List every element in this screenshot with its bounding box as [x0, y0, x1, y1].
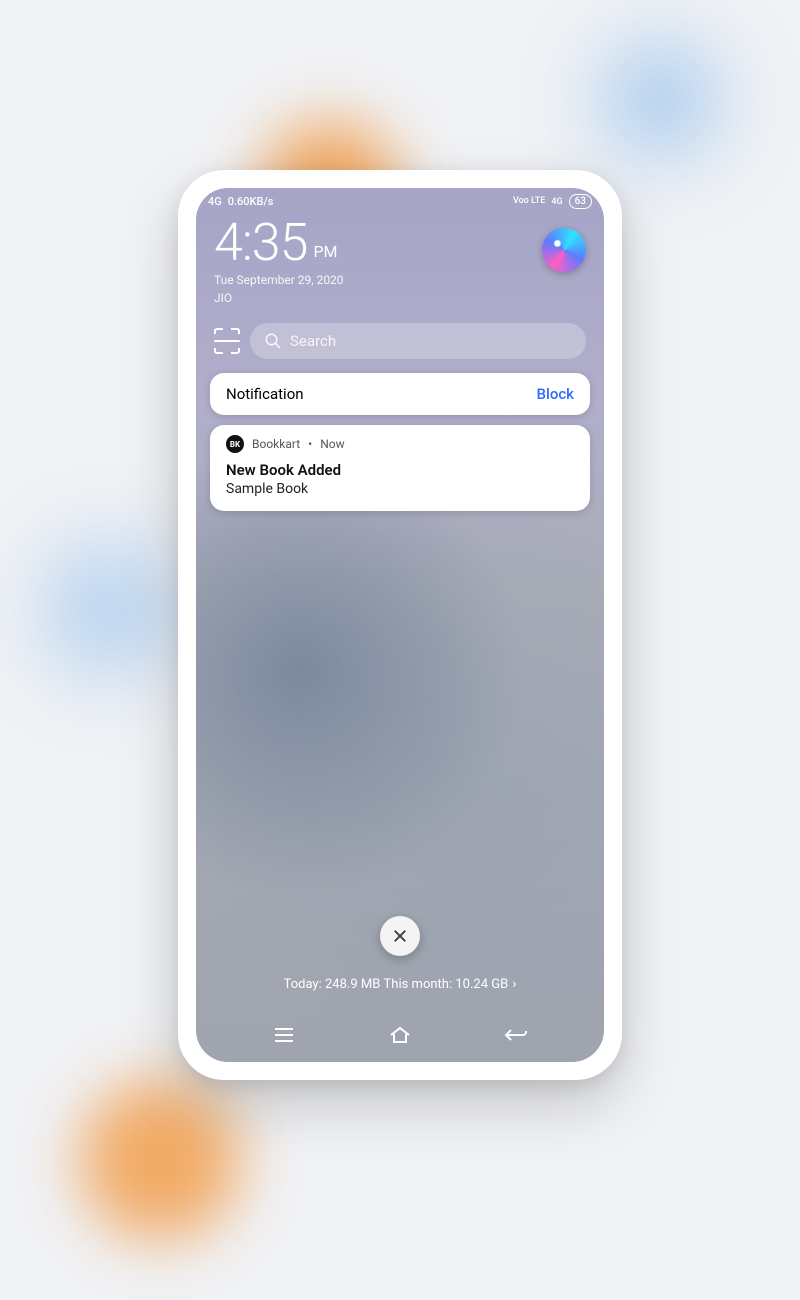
home-button[interactable] — [380, 1022, 420, 1048]
search-icon — [264, 332, 282, 350]
menu-icon — [272, 1026, 296, 1044]
data-usage-today-value: 248.9 MB — [325, 977, 380, 992]
chevron-right-icon: › — [512, 976, 516, 992]
clock-time: 4:35 — [214, 217, 307, 269]
notification-app-icon: BK — [226, 435, 244, 453]
close-icon — [391, 927, 409, 945]
status-left: 4G 0.60KB/s — [208, 195, 273, 208]
data-usage-month-value: 10.24 GB — [455, 977, 508, 992]
clock-ampm: PM — [313, 242, 337, 269]
search-placeholder: Search — [290, 332, 336, 350]
network-type-icon: 4G — [208, 195, 222, 208]
notification-time: Now — [320, 437, 344, 451]
scan-icon[interactable] — [214, 328, 240, 354]
battery-icon: 63 — [569, 194, 592, 209]
carrier-label: JIO — [214, 291, 586, 305]
volte-icon: Voo LTE — [513, 197, 545, 206]
status-bar: 4G 0.60KB/s Voo LTE 4G 63 — [196, 188, 604, 211]
notification-header-card: Notification Block — [210, 373, 590, 415]
phone-screen: 4G 0.60KB/s Voo LTE 4G 63 4:35 PM Tue Se… — [196, 188, 604, 1062]
notification-section-title: Notification — [226, 385, 304, 403]
jovi-assistant-icon[interactable] — [542, 228, 586, 272]
notification-app-name: Bookkart — [252, 437, 300, 451]
recent-apps-button[interactable] — [264, 1022, 304, 1048]
bg-decoration — [40, 540, 180, 680]
back-icon — [503, 1027, 529, 1043]
notification-meta: BK Bookkart • Now — [226, 435, 574, 453]
notification-separator: • — [308, 437, 312, 451]
search-input[interactable]: Search — [250, 323, 586, 359]
network-gen: 4G — [551, 197, 562, 207]
navigation-bar — [196, 1022, 604, 1048]
data-usage-row[interactable]: Today: 248.9 MB This month: 10.24 GB › — [196, 976, 604, 992]
status-right: Voo LTE 4G 63 — [513, 194, 592, 209]
device-frame: 4G 0.60KB/s Voo LTE 4G 63 4:35 PM Tue Se… — [178, 170, 622, 1080]
notification-title: New Book Added — [226, 461, 574, 479]
bg-decoration — [600, 40, 720, 160]
block-button[interactable]: Block — [537, 385, 574, 403]
notification-body: Sample Book — [226, 481, 574, 497]
data-usage-today-label: Today: — [284, 977, 322, 992]
notification-card[interactable]: BK Bookkart • Now New Book Added Sample … — [210, 425, 590, 511]
data-speed: 0.60KB/s — [228, 195, 274, 208]
data-usage-month-label: This month: — [384, 977, 453, 992]
lockscreen-header: 4:35 PM Tue September 29, 2020 JIO — [196, 211, 604, 309]
bg-decoration — [80, 1080, 240, 1240]
back-button[interactable] — [496, 1022, 536, 1048]
clear-notifications-button[interactable] — [380, 916, 420, 956]
clock-date: Tue September 29, 2020 — [214, 273, 586, 287]
home-icon — [388, 1025, 412, 1045]
